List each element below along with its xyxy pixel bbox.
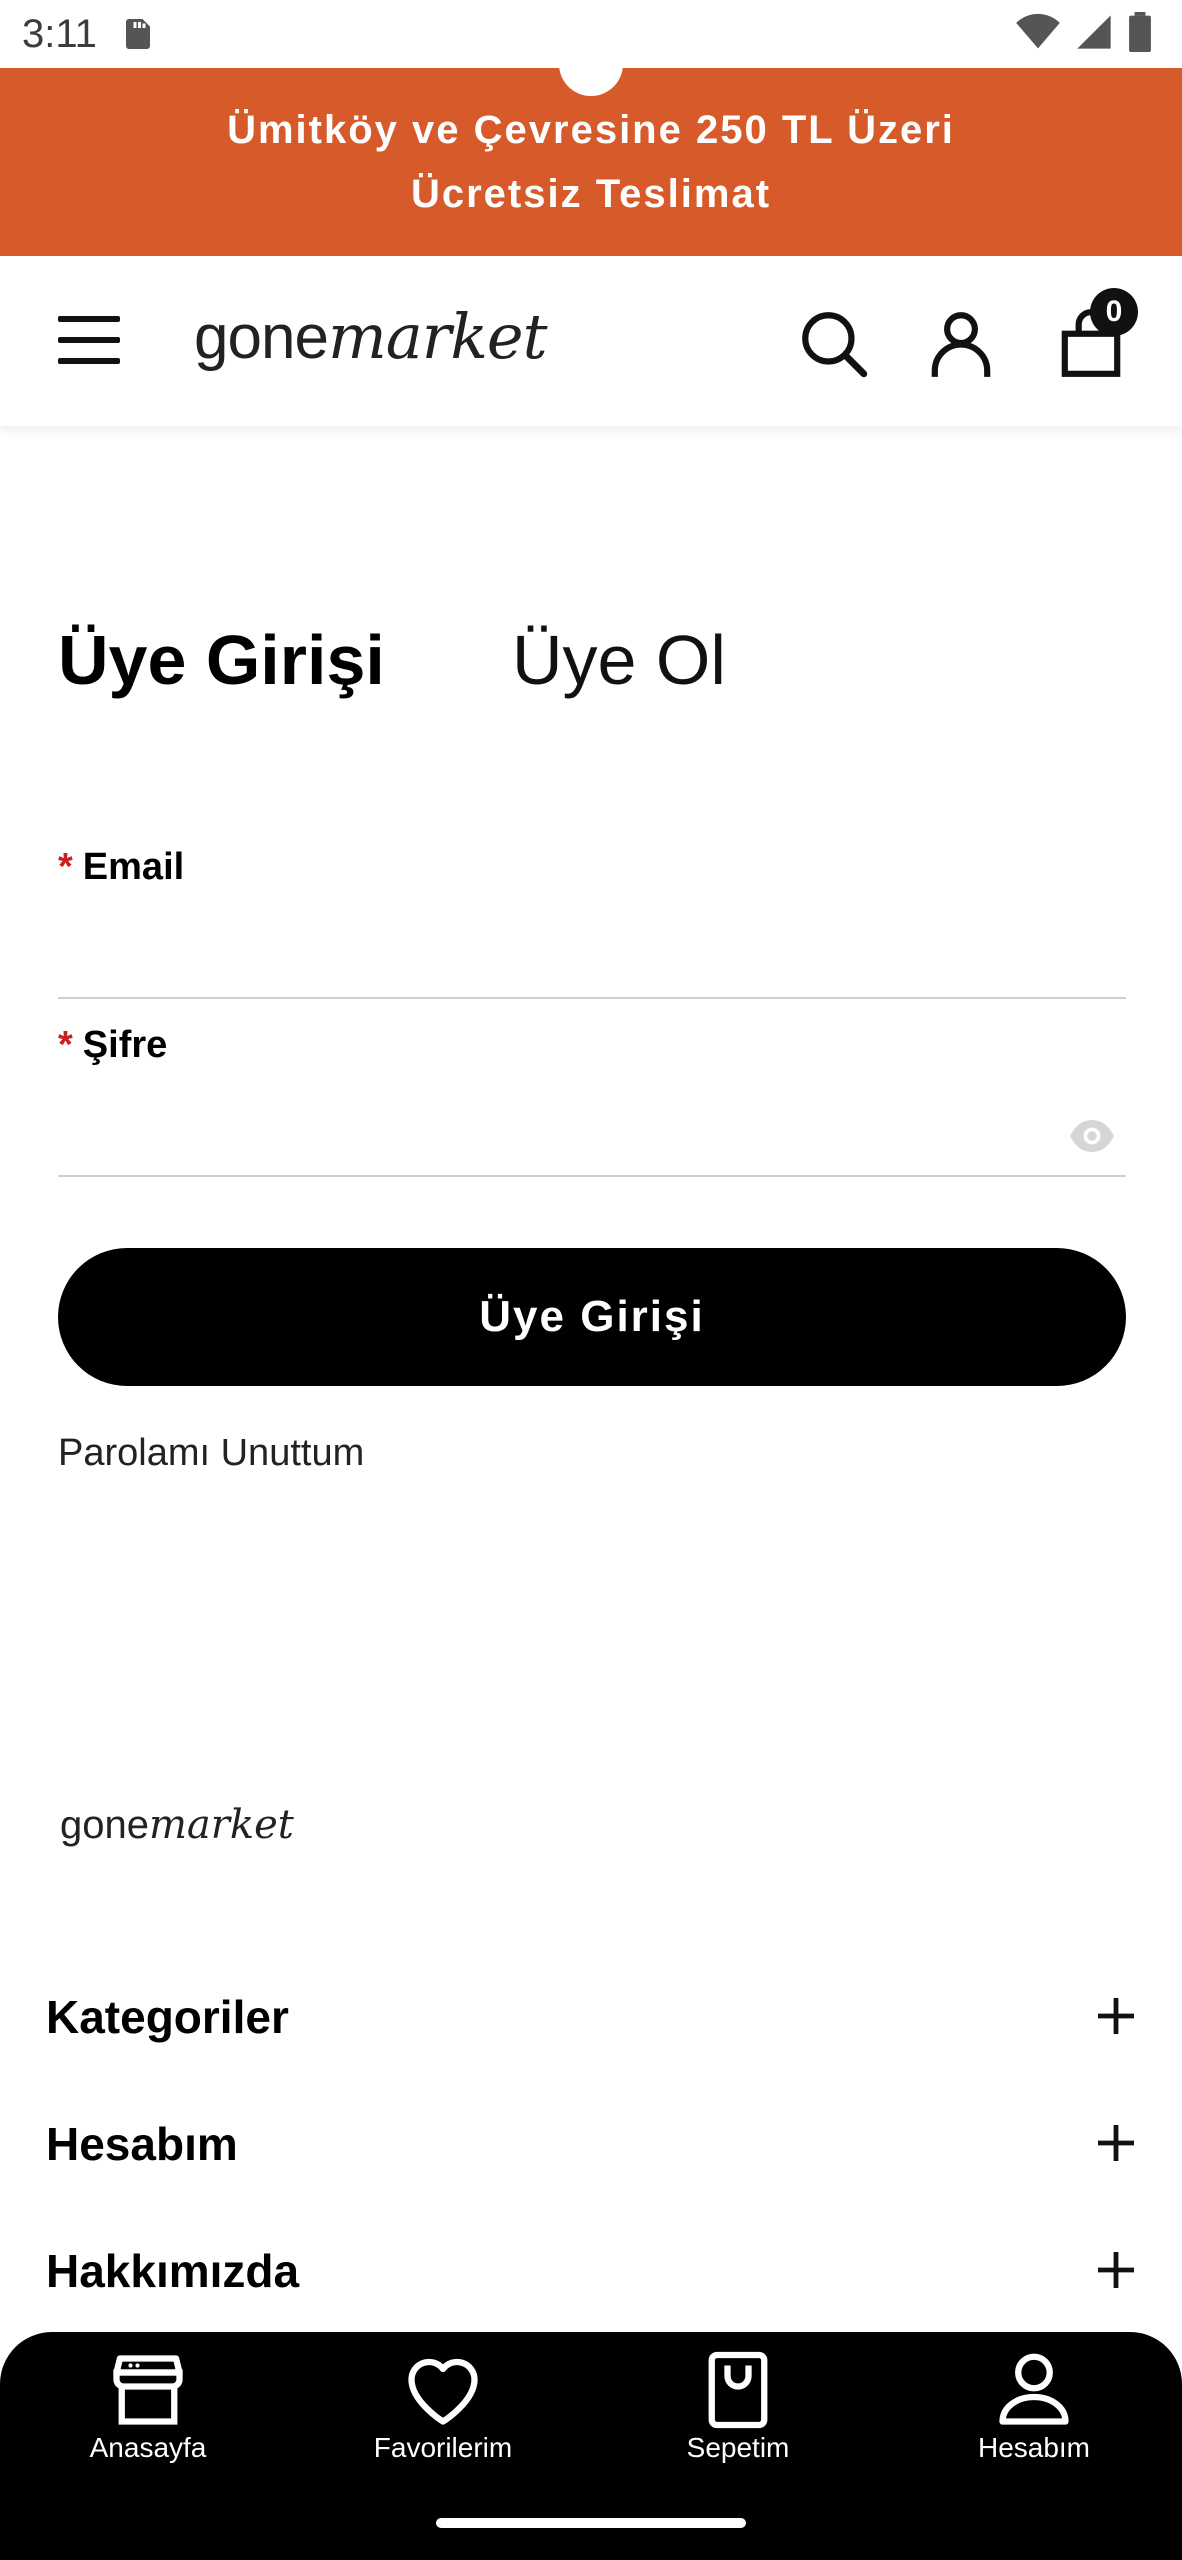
heart-icon: [408, 2358, 478, 2425]
footer-section-categories[interactable]: Kategoriler: [46, 1990, 1136, 2070]
gesture-home-indicator[interactable]: [436, 2518, 746, 2528]
banner-notch: [559, 32, 623, 96]
required-marker: *: [58, 1024, 73, 1066]
email-field[interactable]: [58, 920, 1062, 982]
status-time: 3:11: [22, 12, 97, 56]
bag-icon: [708, 2351, 768, 2429]
nav-cart[interactable]: Sepetim: [618, 2348, 858, 2464]
password-underline: [58, 1175, 1126, 1177]
cart-count-badge: 0: [1090, 288, 1138, 336]
login-submit-button[interactable]: Üye Girişi: [58, 1248, 1126, 1386]
site-header: gonemarket 0: [0, 256, 1182, 426]
status-icons: [1016, 12, 1152, 52]
password-label: * Şifre: [58, 1024, 167, 1067]
logo-text-italic: market: [327, 300, 548, 373]
footer-section-about[interactable]: Hakkımızda: [46, 2244, 1136, 2324]
sd-card-icon: [126, 19, 150, 49]
footer-logo-text-plain: gone: [60, 1803, 149, 1847]
nav-account[interactable]: Hesabım: [914, 2348, 1154, 2464]
logo-text-plain: gone: [194, 303, 329, 372]
user-icon: [999, 2353, 1069, 2425]
search-icon[interactable]: [796, 306, 870, 380]
tab-login[interactable]: Üye Girişi: [58, 620, 385, 700]
promo-banner: Ümitköy ve Çevresine 250 TL Üzeri Ücrets…: [0, 32, 1182, 256]
footer-section-account[interactable]: Hesabım: [46, 2117, 1136, 2197]
email-label-text: Email: [82, 846, 185, 888]
account-icon[interactable]: [924, 306, 998, 380]
store-icon: [113, 2355, 183, 2425]
nav-home[interactable]: Anasayfa: [28, 2348, 268, 2464]
footer-logo-text-italic: market: [148, 1802, 294, 1848]
footer-logo[interactable]: gonemarket: [60, 1802, 294, 1848]
promo-text-line1: Ümitköy ve Çevresine 250 TL Üzeri: [227, 108, 955, 152]
footer-section-label: Hesabım: [46, 2118, 238, 2170]
nav-label: Sepetim: [686, 2432, 790, 2463]
nav-label: Favorilerim: [373, 2432, 513, 2463]
wifi-icon: [1016, 13, 1060, 49]
footer-section-label: Hakkımızda: [46, 2245, 300, 2297]
site-logo[interactable]: gonemarket: [194, 300, 548, 373]
plus-icon: [1098, 2252, 1134, 2288]
battery-icon: [1129, 12, 1151, 52]
tab-register[interactable]: Üye Ol: [512, 620, 726, 700]
hamburger-menu-icon[interactable]: [58, 316, 120, 368]
promo-text-line2: Ücretsiz Teslimat: [410, 172, 772, 216]
signal-icon: [1077, 15, 1111, 49]
show-password-eye-icon[interactable]: [1068, 1116, 1116, 1156]
required-marker: *: [58, 846, 73, 888]
password-field[interactable]: [58, 1100, 1062, 1162]
nav-favorites[interactable]: Favorilerim: [323, 2348, 563, 2464]
email-underline: [58, 997, 1126, 999]
email-label: * Email: [58, 846, 184, 889]
password-label-text: Şifre: [82, 1024, 168, 1066]
plus-icon: [1098, 2125, 1134, 2161]
nav-label: Anasayfa: [89, 2432, 207, 2463]
nav-label: Hesabım: [977, 2432, 1091, 2463]
forgot-password-link[interactable]: Parolamı Unuttum: [58, 1432, 364, 1475]
footer-section-label: Kategoriler: [46, 1991, 289, 2043]
plus-icon: [1098, 1998, 1134, 2034]
